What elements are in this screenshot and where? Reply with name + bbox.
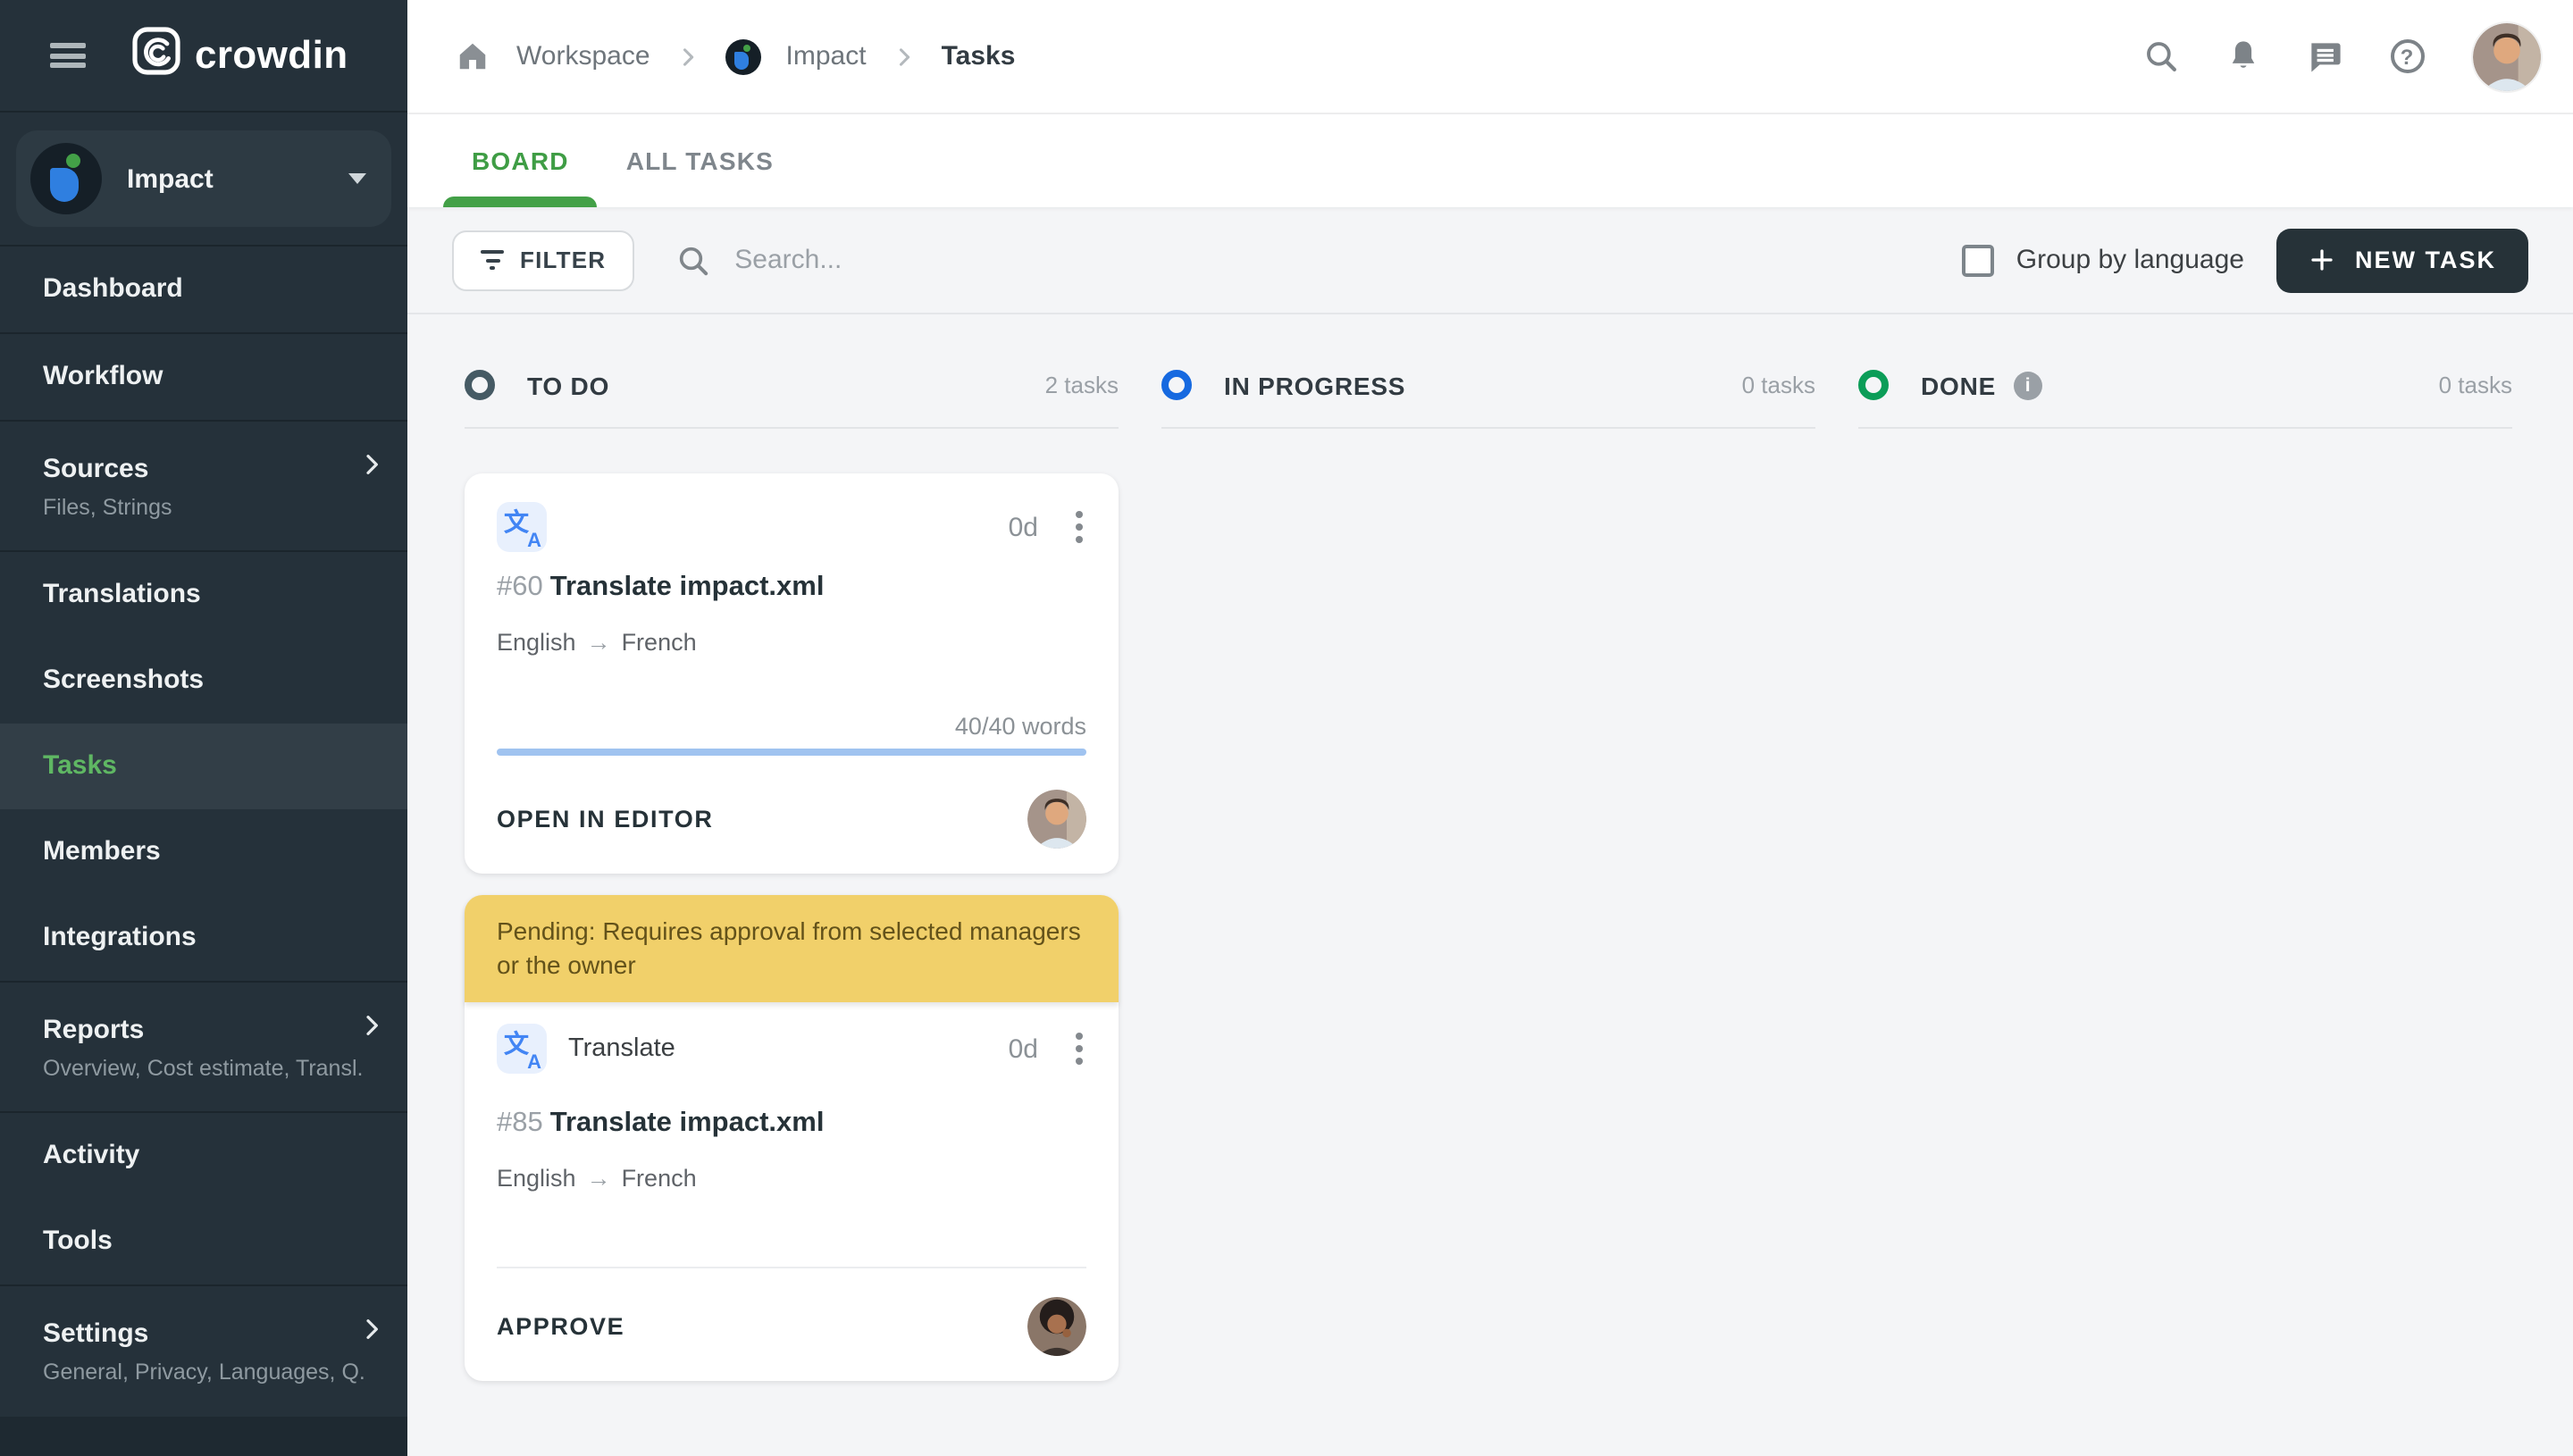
- help-icon[interactable]: ?: [2387, 37, 2426, 76]
- info-icon[interactable]: i: [2014, 371, 2043, 399]
- task-type-label: Translate: [568, 1034, 675, 1063]
- chevron-down-icon: [348, 173, 366, 184]
- breadcrumb: Workspace Impact Tasks: [452, 37, 1015, 76]
- assignee-avatar[interactable]: [1027, 790, 1086, 849]
- column-todo: TO DO 2 tasks 文A 0d #60 Translate impact…: [465, 343, 1119, 1381]
- chevron-right-icon: [357, 1315, 386, 1352]
- sidebar-item-activity[interactable]: Activity: [0, 1113, 407, 1199]
- sidebar-item-members[interactable]: Members: [0, 809, 407, 895]
- user-avatar[interactable]: [2473, 22, 2541, 90]
- divider: [497, 1267, 1086, 1268]
- breadcrumb-current-page: Tasks: [941, 41, 1016, 71]
- task-title: #85 Translate impact.xml: [497, 1108, 825, 1138]
- top-header: Workspace Impact Tasks ?: [407, 0, 2573, 114]
- search-box: [675, 242, 1303, 278]
- task-languages: English → French: [497, 629, 697, 656]
- group-by-language-label: Group by language: [2016, 245, 2244, 275]
- task-title: #60 Translate impact.xml: [497, 572, 825, 602]
- breadcrumb-project-avatar: [725, 38, 761, 74]
- messages-icon[interactable]: [2305, 37, 2344, 76]
- word-count: 40/40 words: [954, 713, 1086, 740]
- sidebar-item-sources[interactable]: Sources Files, Strings: [0, 422, 407, 550]
- done-status-icon: [1858, 370, 1889, 400]
- translate-task-icon: 文A: [497, 1024, 547, 1074]
- tab-all-tasks[interactable]: ALL TASKS: [598, 114, 802, 207]
- column-done-header: DONE i 0 tasks: [1858, 343, 2512, 429]
- chevron-right-icon: [675, 44, 700, 69]
- column-todo-header: TO DO 2 tasks: [465, 343, 1119, 429]
- sidebar-header: crowdin: [0, 0, 407, 111]
- due-badge: 0d: [1008, 512, 1038, 542]
- project-name: Impact: [127, 163, 214, 194]
- search-input[interactable]: [731, 243, 1303, 277]
- home-icon[interactable]: [452, 37, 491, 76]
- chevron-right-icon: [892, 44, 917, 69]
- search-icon: [675, 242, 711, 278]
- notifications-bell-icon[interactable]: [2223, 37, 2262, 76]
- project-switcher[interactable]: Impact: [16, 130, 391, 227]
- sidebar-item-reports[interactable]: Reports Overview, Cost estimate, Transl.…: [0, 983, 407, 1111]
- breadcrumb-workspace[interactable]: Workspace: [516, 41, 650, 71]
- approve-button[interactable]: APPROVE: [497, 1313, 624, 1340]
- crowdin-logo[interactable]: crowdin: [132, 27, 348, 84]
- due-badge: 0d: [1008, 1033, 1038, 1064]
- sidebar-item-translations[interactable]: Translations: [0, 552, 407, 638]
- open-in-editor-button[interactable]: OPEN IN EDITOR: [497, 806, 713, 833]
- sidebar-item-integrations[interactable]: Integrations: [0, 895, 407, 981]
- kebab-menu-icon[interactable]: [1072, 1029, 1086, 1068]
- crowdin-logo-text: crowdin: [195, 32, 348, 77]
- column-in-progress: IN PROGRESS 0 tasks: [1161, 343, 1815, 429]
- menu-icon[interactable]: [50, 43, 86, 68]
- sidebar-item-screenshots[interactable]: Screenshots: [0, 638, 407, 724]
- task-languages: English → French: [497, 1165, 697, 1192]
- sidebar-item-workflow[interactable]: Workflow: [0, 334, 407, 420]
- pending-banner: Pending: Requires approval from selected…: [465, 895, 1119, 1002]
- task-card-85[interactable]: Pending: Requires approval from selected…: [465, 895, 1119, 1381]
- in-progress-status-icon: [1161, 370, 1192, 400]
- assignee-avatar[interactable]: [1027, 1297, 1086, 1356]
- sidebar-item-tools[interactable]: Tools: [0, 1199, 407, 1284]
- app-window: crowdin Impact Dashboard Workflow Source…: [0, 0, 2573, 1456]
- group-by-language-checkbox[interactable]: [1962, 244, 1995, 276]
- board-content: FILTER Group by language NEW TASK: [407, 207, 2573, 1456]
- sidebar-item-dashboard[interactable]: Dashboard: [0, 247, 407, 332]
- in-progress-count: 0 tasks: [1741, 372, 1815, 398]
- new-task-button[interactable]: NEW TASK: [2276, 228, 2528, 292]
- sidebar-item-settings[interactable]: Settings General, Privacy, Languages, Q.…: [0, 1286, 407, 1415]
- kebab-menu-icon[interactable]: [1072, 507, 1086, 547]
- chevron-right-icon: [357, 1011, 386, 1049]
- tab-bar: BOARD ALL TASKS: [407, 114, 2573, 207]
- arrow-right-icon: →: [586, 1165, 611, 1192]
- task-card-60[interactable]: 文A 0d #60 Translate impact.xml English →…: [465, 473, 1119, 874]
- arrow-right-icon: →: [586, 629, 611, 656]
- translate-task-icon: 文A: [497, 502, 547, 552]
- chevron-right-icon: [357, 450, 386, 488]
- progress-bar: [497, 749, 1086, 756]
- toolbar: FILTER Group by language NEW TASK: [407, 207, 2573, 314]
- progress-fill: [497, 749, 1086, 756]
- breadcrumb-project[interactable]: Impact: [786, 41, 867, 71]
- todo-count: 2 tasks: [1044, 372, 1119, 398]
- sidebar-item-tasks[interactable]: Tasks: [0, 724, 407, 809]
- column-in-progress-header: IN PROGRESS 0 tasks: [1161, 343, 1815, 429]
- search-icon[interactable]: [2141, 37, 2180, 76]
- kanban-board: TO DO 2 tasks 文A 0d #60 Translate impact…: [407, 314, 2573, 1381]
- crowdin-logo-icon: [132, 27, 180, 84]
- todo-status-icon: [465, 370, 495, 400]
- column-done: DONE i 0 tasks: [1858, 343, 2512, 429]
- sidebar-footer: [0, 1417, 407, 1456]
- plus-icon: [2309, 247, 2335, 273]
- active-tab-underline: [443, 197, 598, 207]
- done-count: 0 tasks: [2438, 372, 2512, 398]
- divider: [0, 111, 407, 113]
- project-avatar: [30, 143, 102, 214]
- filter-icon: [481, 250, 504, 270]
- sidebar: crowdin Impact Dashboard Workflow Source…: [0, 0, 407, 1456]
- tab-board[interactable]: BOARD: [443, 114, 598, 207]
- filter-button[interactable]: FILTER: [452, 230, 635, 290]
